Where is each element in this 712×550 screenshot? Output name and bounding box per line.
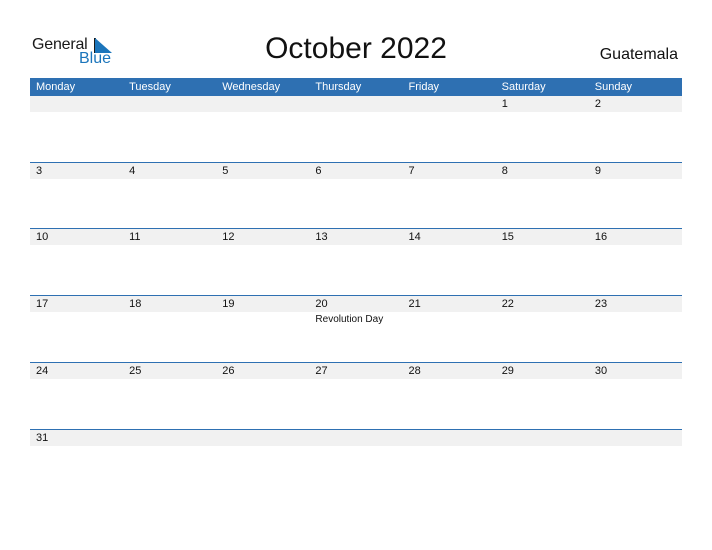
day-cell: 11 bbox=[123, 229, 216, 295]
day-number: 4 bbox=[129, 164, 136, 177]
day-cell: 28 bbox=[403, 363, 496, 429]
day-number: 9 bbox=[594, 164, 601, 177]
day-number: 18 bbox=[129, 298, 142, 311]
day-cell: 6 bbox=[309, 163, 402, 229]
day-number: 28 bbox=[408, 364, 421, 377]
day-cell: 15 bbox=[496, 229, 589, 295]
day-cell: 9 bbox=[589, 163, 682, 229]
day-cell: 21 bbox=[403, 296, 496, 362]
weekday-friday: Friday bbox=[408, 81, 440, 93]
day-number: 15 bbox=[501, 231, 514, 244]
day-number: 2 bbox=[594, 98, 601, 110]
day-cell bbox=[216, 96, 309, 162]
day-cell bbox=[403, 96, 496, 162]
day-number: 13 bbox=[315, 231, 328, 244]
day-cell: 19 bbox=[216, 296, 309, 362]
day-number: 27 bbox=[315, 364, 328, 377]
weekday-thursday: Thursday bbox=[315, 81, 362, 93]
day-cell: 26 bbox=[216, 363, 309, 429]
day-cell: 7 bbox=[403, 163, 496, 229]
day-cell: 14 bbox=[403, 229, 496, 295]
day-cell: 2 bbox=[589, 96, 682, 162]
day-cell bbox=[216, 430, 309, 496]
day-cell bbox=[30, 96, 123, 162]
day-cell: 13 bbox=[309, 229, 402, 295]
day-number: 3 bbox=[36, 164, 43, 177]
week-row: 10 11 12 13 14 15 16 bbox=[30, 228, 682, 296]
day-cell: 30 bbox=[589, 363, 682, 429]
day-cell bbox=[309, 430, 402, 496]
week-row: 12 bbox=[30, 96, 682, 163]
day-number: 29 bbox=[501, 364, 514, 377]
day-number: 25 bbox=[129, 364, 142, 377]
day-number: 16 bbox=[594, 231, 608, 244]
day-cell: 4 bbox=[123, 163, 216, 229]
day-number: 19 bbox=[222, 298, 235, 311]
weekday-wednesday: Wednesday bbox=[222, 81, 281, 93]
day-cell: 25 bbox=[123, 363, 216, 429]
day-cell: 3 bbox=[30, 163, 123, 229]
day-number: 6 bbox=[315, 164, 322, 177]
day-cell: 24 bbox=[30, 363, 123, 429]
day-cell: 20 Revolution Day bbox=[309, 296, 402, 362]
day-number: 22 bbox=[501, 298, 514, 311]
day-cell: 10 bbox=[30, 229, 123, 295]
day-cell bbox=[123, 430, 216, 496]
day-number: 31 bbox=[36, 431, 49, 444]
week-row: 24 25 26 27 28 29 30 bbox=[30, 361, 682, 430]
day-cell: 23 bbox=[589, 296, 682, 362]
weekday-tuesday: Tuesday bbox=[129, 81, 171, 93]
day-number: 8 bbox=[501, 164, 508, 177]
day-number: 20 bbox=[315, 298, 328, 311]
day-cell: 1 bbox=[496, 96, 589, 162]
day-cell bbox=[496, 430, 589, 496]
weekday-sunday: Sunday bbox=[594, 81, 633, 93]
day-number: 26 bbox=[222, 364, 235, 377]
day-cell bbox=[589, 430, 682, 496]
week-row: 31 bbox=[30, 428, 682, 497]
day-cell: 12 bbox=[216, 229, 309, 295]
day-cell bbox=[123, 96, 216, 162]
day-cell: 16 bbox=[589, 229, 682, 295]
weekday-monday: Monday bbox=[36, 81, 76, 93]
day-number: 24 bbox=[36, 364, 49, 377]
week-row: 3 4 5 6 7 8 9 bbox=[30, 161, 682, 230]
country-name: Guatemala bbox=[599, 46, 678, 63]
day-cell: 18 bbox=[123, 296, 216, 362]
day-cell: 22 bbox=[496, 296, 589, 362]
day-cell bbox=[309, 96, 402, 162]
day-number: 23 bbox=[594, 298, 608, 311]
day-number: 7 bbox=[408, 164, 415, 177]
day-cell: 27 bbox=[309, 363, 402, 429]
day-number: 21 bbox=[408, 298, 421, 311]
day-number: 17 bbox=[36, 298, 49, 311]
weekday-header: Monday Tuesday Wednesday Thursday Friday… bbox=[30, 78, 682, 96]
day-cell: 8 bbox=[496, 163, 589, 229]
day-number: 11 bbox=[129, 231, 141, 244]
day-cell: 17 bbox=[30, 296, 123, 362]
day-number: 1 bbox=[501, 98, 508, 110]
day-number: 12 bbox=[222, 231, 235, 244]
day-cell: 31 bbox=[30, 430, 123, 496]
day-number: 5 bbox=[222, 164, 229, 177]
weekday-saturday: Saturday bbox=[501, 81, 546, 93]
day-number: 10 bbox=[36, 231, 49, 244]
day-cell: 5 bbox=[216, 163, 309, 229]
day-number: 14 bbox=[408, 231, 421, 244]
day-cell bbox=[403, 430, 496, 496]
holiday-label: Revolution Day bbox=[315, 314, 384, 326]
day-number: 30 bbox=[594, 364, 608, 377]
week-row: 17 18 19 20 Revolution Day 21 22 23 bbox=[30, 295, 682, 363]
day-cell: 29 bbox=[496, 363, 589, 429]
